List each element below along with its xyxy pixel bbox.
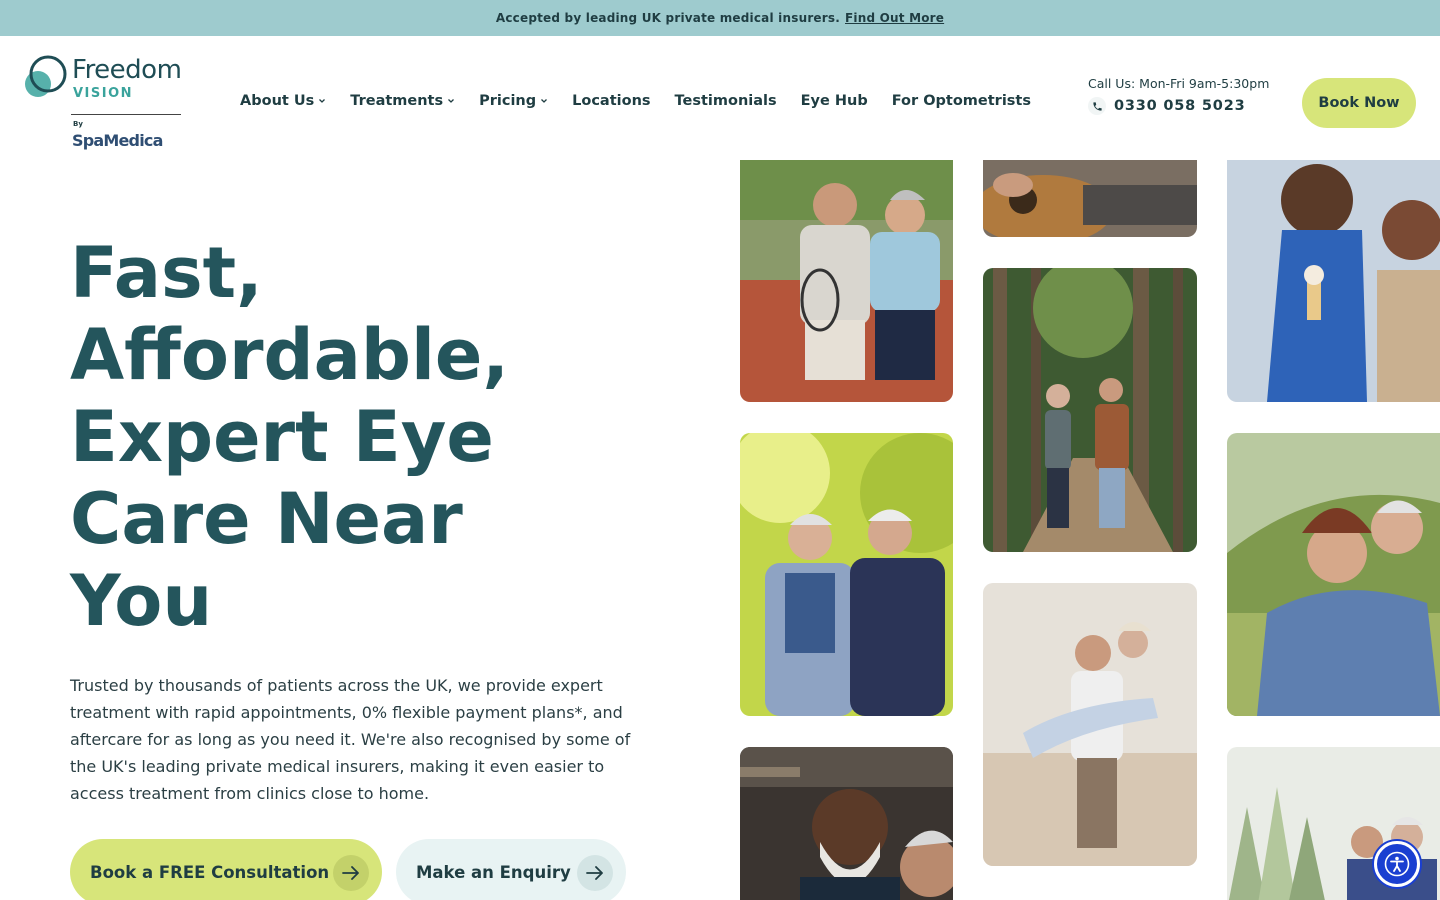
- photo-forest-walk: [983, 268, 1197, 552]
- hero-title-line: Care Near: [70, 478, 463, 560]
- nav-label: Pricing: [479, 93, 537, 109]
- freedom-vision-logo[interactable]: Freedom VISION By SpaMedica: [22, 52, 187, 156]
- announcement-bar: Accepted by leading UK private medical i…: [0, 0, 1440, 36]
- hero-description: Trusted by thousands of patients across …: [70, 676, 631, 803]
- accessibility-icon: [1384, 851, 1410, 877]
- cta-label: Make an Enquiry: [416, 862, 571, 882]
- call-us-block: Call Us: Mon-Fri 9am-5:30pm 0330 058 502…: [1088, 76, 1269, 115]
- photo-two-friends: [740, 433, 953, 716]
- nav-locations[interactable]: Locations: [572, 93, 650, 109]
- nav-about-us[interactable]: About Us: [240, 93, 326, 109]
- arrow-right-icon: [577, 855, 613, 891]
- nav-label: Locations: [572, 93, 651, 109]
- announcement-text: Accepted by leading UK private medical i…: [495, 11, 840, 25]
- main-nav: About Us Treatments Pricing Locations Te…: [240, 93, 1031, 109]
- nav-label: For Optometrists: [891, 93, 1031, 109]
- nav-eye-hub[interactable]: Eye Hub: [801, 93, 868, 109]
- nav-pricing[interactable]: Pricing: [479, 93, 548, 109]
- cta-label: Book a FREE Consultation: [90, 862, 330, 882]
- accessibility-button[interactable]: [1374, 841, 1420, 887]
- nav-treatments[interactable]: Treatments: [350, 93, 455, 109]
- photo-tennis-couple: [740, 160, 953, 402]
- nav-label: About Us: [240, 93, 315, 109]
- logo-by-text: By: [73, 120, 83, 128]
- logo-subwordmark: VISION: [73, 86, 134, 101]
- logo-wordmark: Freedom: [72, 55, 182, 85]
- hero-title: Fast, Affordable, Expert Eye Care Near Y…: [70, 232, 590, 642]
- book-now-button[interactable]: Book Now: [1302, 78, 1416, 128]
- phone-icon: [1088, 97, 1106, 115]
- phone-link[interactable]: 0330 058 5023: [1088, 97, 1269, 115]
- phone-number: 0330 058 5023: [1114, 98, 1246, 114]
- nav-label: Testimonials: [674, 93, 777, 109]
- photo-smiling-man: [740, 747, 953, 900]
- chevron-down-icon: [448, 99, 455, 103]
- spamedica-logo: SpaMedica: [72, 131, 163, 150]
- call-hours-label: Call Us: Mon-Fri 9am-5:30pm: [1088, 76, 1270, 91]
- logo-mark-icon: [25, 55, 67, 97]
- hero-title-line: You: [70, 560, 213, 642]
- book-free-consultation-button[interactable]: Book a FREE Consultation: [70, 839, 382, 900]
- find-out-more-link[interactable]: Find Out More: [845, 11, 944, 25]
- chevron-down-icon: [541, 99, 548, 103]
- chevron-down-icon: [319, 99, 326, 103]
- hero-title-line: Affordable,: [70, 314, 510, 396]
- photo-beach-carry: [983, 583, 1197, 866]
- photo-ice-cream-couple: [1227, 160, 1440, 402]
- nav-label: Eye Hub: [800, 93, 868, 109]
- nav-label: Treatments: [350, 93, 444, 109]
- hero-title-line: Fast,: [70, 232, 263, 314]
- photo-hug-field: [1227, 433, 1440, 716]
- nav-for-optometrists[interactable]: For Optometrists: [892, 93, 1031, 109]
- arrow-right-icon: [333, 855, 369, 891]
- make-enquiry-button[interactable]: Make an Enquiry: [396, 839, 626, 900]
- logo-divider: [71, 114, 181, 115]
- site-header: Freedom VISION By SpaMedica About Us Tre…: [0, 36, 1440, 170]
- hero-title-line: Expert Eye: [70, 396, 494, 478]
- photo-guitar: [983, 160, 1197, 237]
- nav-testimonials[interactable]: Testimonials: [675, 93, 777, 109]
